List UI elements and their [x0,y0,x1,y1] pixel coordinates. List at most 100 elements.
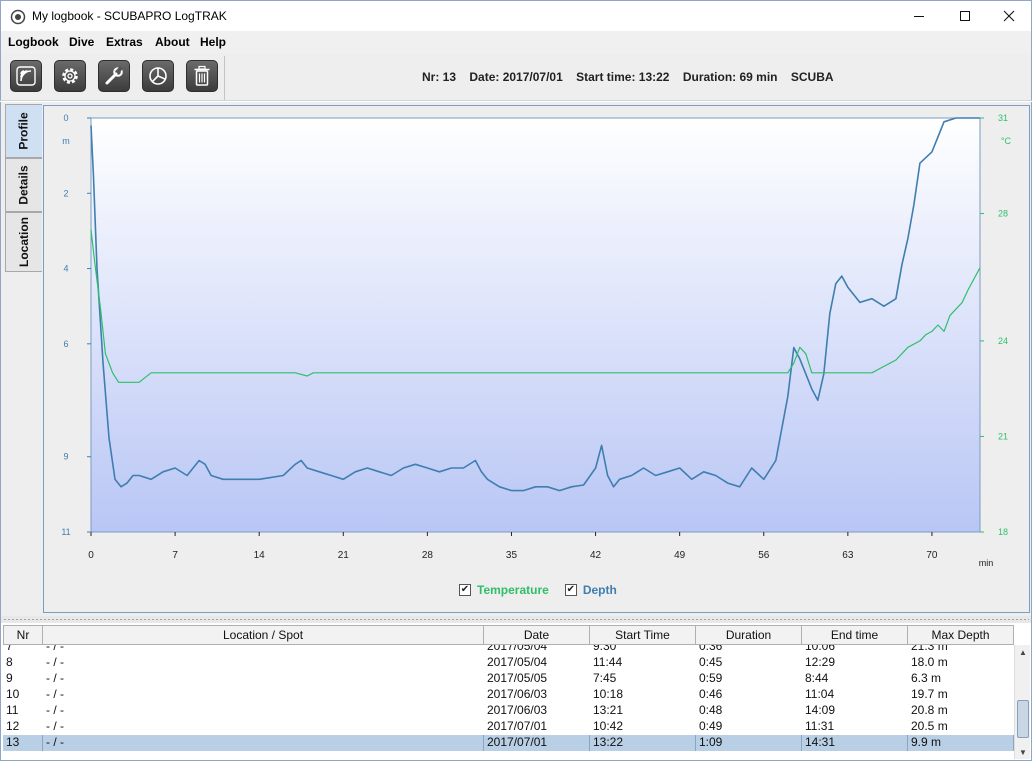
depth-tick-label: 6 [63,339,68,349]
dive-number: Nr: 13 [422,70,457,84]
table-cell: 2017/05/04 [487,645,548,653]
download-dives-button[interactable] [10,60,42,92]
dive-summary: Nr: 13 Date: 2017/07/01 Start time: 13:2… [422,70,844,84]
table-cell: 7 [6,645,13,653]
depth-axis-unit: m [62,136,70,146]
table-cell: 0:49 [699,719,723,733]
depth-tick-label: 4 [63,264,68,274]
table-cell: 14:31 [802,735,908,751]
menu-about[interactable]: About [155,35,190,49]
scroll-up-arrow-icon[interactable]: ▲ [1015,645,1031,659]
column-header[interactable]: Duration [696,625,802,645]
tab-profile[interactable]: Profile [5,104,42,158]
wireless-download-icon [16,66,36,86]
table-cell: 1:09 [696,735,802,751]
depth-tick-label: 9 [63,452,68,462]
table-row[interactable]: 7 - / - 2017/05/04 9:30 0:36 10:06 21.3 m [3,645,1014,655]
maximize-icon [960,11,970,21]
table-cell: 7:45 [593,671,617,685]
plot-area [90,117,981,533]
table-row[interactable]: 13- / -2017/07/01 13:22 1:09 14:31 9.9 m [3,735,1014,751]
table-cell: 2017/06/03 [487,703,548,717]
column-header[interactable]: Date [484,625,590,645]
table-cell: 6.3 m [911,671,942,685]
column-header[interactable]: End time [802,625,908,645]
close-icon [1003,10,1015,22]
delete-dive-button[interactable] [186,60,218,92]
table-scrollbar[interactable]: ▲ ▼ [1014,645,1030,759]
table-cell: - / - [43,735,484,751]
table-header: Nr Location / Spot Date Start Time Duration E… [3,625,1014,645]
temp-tick-label: 21 [998,431,1008,441]
table-cell: 20.8 m [911,703,948,717]
main-area: Profile Details Location 0 7 14 21 28 35 42 49 5… [0,102,1032,616]
x-axis-label: min [979,558,994,568]
menu-logbook[interactable]: Logbook [8,35,59,49]
temp-axis-unit: °C [1001,136,1012,146]
tab-location[interactable]: Location [5,212,42,272]
chart-legend: ✔ Temperature ✔ Depth [459,583,617,597]
x-tick-label: 35 [506,550,518,561]
table-cell: - / - [46,645,64,653]
table-cell: 2017/07/01 [484,735,590,751]
tools-button[interactable] [98,60,130,92]
menu-dive[interactable]: Dive [69,35,94,49]
tab-details[interactable]: Details [5,158,42,212]
table-cell: 19.7 m [911,687,948,701]
x-tick-label: 42 [590,550,602,561]
menu-extras[interactable]: Extras [106,35,143,49]
table-cell: 11 [6,703,19,717]
table-cell: 13:22 [590,735,696,751]
minimize-button[interactable] [896,1,942,31]
depth-tick-label: 2 [63,188,68,198]
table-cell: 14:09 [805,703,836,717]
table-body: 7 - / - 2017/05/04 9:30 0:36 10:06 21.3 m 8 - / … [3,645,1014,759]
x-tick-label: 49 [674,550,686,561]
close-button[interactable] [986,1,1032,31]
table-row[interactable]: 12 - / - 2017/07/01 10:42 0:49 11:31 20.5 m [3,719,1014,735]
x-tick-label: 7 [172,550,178,561]
table-cell: 2017/07/01 [487,719,548,733]
temp-tick-label: 31 [998,113,1008,123]
temperature-checkbox[interactable]: ✔ [459,584,471,596]
temp-tick-label: 28 [998,209,1008,219]
table-cell: 11:04 [805,687,835,701]
table-cell: 0:59 [699,671,723,685]
depth-tick-label: 11 [61,527,70,537]
table-cell: 0:36 [699,645,723,653]
x-tick-label: 56 [758,550,770,561]
table-cell: - / - [46,719,64,733]
scroll-thumb[interactable] [1017,700,1029,738]
table-cell: - / - [46,703,64,717]
table-cell: 20.5 m [911,719,948,733]
table-cell: 9:30 [593,645,617,653]
column-header[interactable]: Start Time [590,625,696,645]
window-titlebar: My logbook - SCUBAPRO LogTRAK [0,0,1032,31]
settings-button[interactable] [54,60,86,92]
menu-bar: Logbook Dive Extras About Help [0,31,1032,53]
maximize-button[interactable] [942,1,988,31]
dive-list-table: Nr Location / Spot Date Start Time Duration E… [0,623,1032,761]
depth-checkbox[interactable]: ✔ [564,584,577,596]
table-cell: 21.3 m [911,645,948,653]
column-header[interactable]: Max Depth [908,625,1014,645]
table-row[interactable]: 11 - / - 2017/06/03 13:21 0:48 14:09 20.8 m [3,703,1014,719]
legend-depth-label: Depth [582,583,617,597]
table-cell: 9.9 m [908,735,1014,751]
dive-profile-chart: 0 7 14 21 28 35 42 49 56 63 70 min 0 2 4 6 9 11 m 31 28 24 21 1… [43,105,1030,613]
tab-profile-label: Profile [17,112,31,150]
gear-icon [62,68,78,84]
table-cell: 2017/05/05 [487,671,548,685]
table-cell: 0:48 [699,703,723,717]
panel-splitter[interactable] [0,616,1032,623]
scroll-down-arrow-icon[interactable]: ▼ [1015,745,1031,759]
statistics-button[interactable] [142,60,174,92]
column-header[interactable]: Nr [3,625,43,645]
table-row[interactable]: 8 - / - 2017/05/04 11:44 0:45 12:29 18.0 m [3,655,1014,671]
menu-help[interactable]: Help [200,35,226,49]
table-row[interactable]: 10 - / - 2017/06/03 10:18 0:46 11:04 19.7 m [3,687,1014,703]
temp-tick-label: 18 [998,527,1008,537]
table-cell: 0:45 [699,655,723,669]
column-header[interactable]: Location / Spot [43,625,484,645]
table-row[interactable]: 9 - / - 2017/05/05 7:45 0:59 8:44 6.3 m [3,671,1014,687]
